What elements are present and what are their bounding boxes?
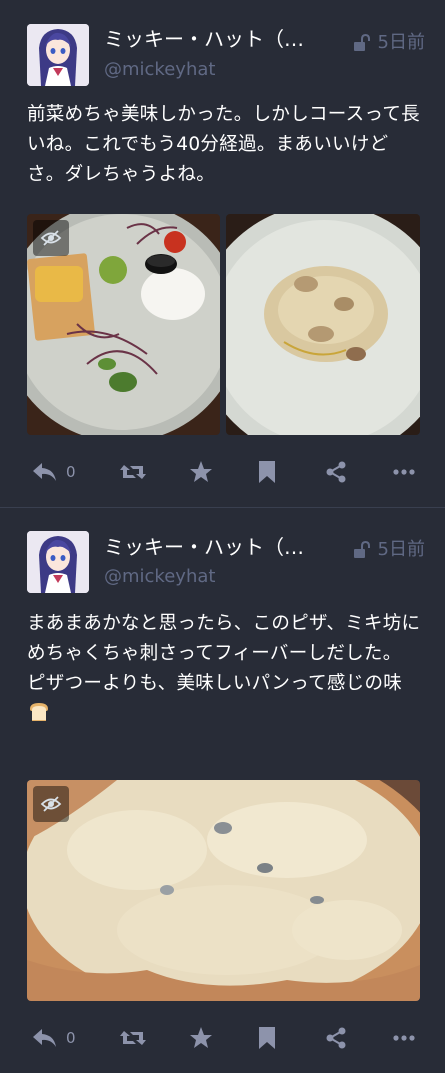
display-name[interactable]: ミッキー・ハット（宗…	[104, 535, 322, 559]
avatar[interactable]	[27, 24, 89, 86]
risotto-image	[226, 214, 420, 435]
bookmark-button[interactable]	[258, 1018, 276, 1058]
display-name[interactable]: ミッキー・ハット（宗…	[104, 27, 322, 51]
reply-button[interactable]: 0	[32, 1018, 76, 1058]
relative-time[interactable]: 5日前	[378, 31, 425, 55]
account-handle[interactable]: @mickeyhat	[104, 59, 215, 81]
status-card[interactable]: ミッキー・ハット（宗… @mickeyhat 5日前 前菜めちゃ美味しかった。し…	[0, 0, 445, 508]
reply-count: 0	[66, 1029, 76, 1047]
reply-button[interactable]: 0	[32, 452, 76, 492]
status-content: まあまあかなと思ったら、このピザ、ミキ坊にめちゃくちゃ刺さってフィーバーしだした…	[27, 609, 422, 733]
bookmark-icon	[259, 461, 275, 483]
boost-button[interactable]	[119, 452, 147, 492]
reply-icon	[33, 1029, 56, 1047]
relative-time[interactable]: 5日前	[378, 538, 425, 562]
unlock-icon	[353, 540, 370, 558]
star-icon	[190, 461, 212, 482]
eye-slash-icon	[40, 796, 62, 812]
hide-media-button[interactable]	[33, 220, 69, 256]
share-icon	[326, 461, 346, 483]
hide-media-button[interactable]	[33, 786, 69, 822]
bread-emoji	[27, 701, 51, 733]
pizza-image	[27, 780, 420, 1001]
share-button[interactable]	[325, 1018, 347, 1058]
favourite-button[interactable]	[189, 1018, 213, 1058]
unlock-icon	[353, 33, 370, 51]
status-meta: 5日前	[352, 538, 425, 562]
share-button[interactable]	[325, 452, 347, 492]
more-button[interactable]	[393, 1018, 415, 1058]
share-icon	[326, 1027, 346, 1049]
content-text: ピザつーよりも、美味しいパンって感じの味	[27, 673, 403, 694]
content-paragraph: 前菜めちゃ美味しかった。しかしコースって長いね。これでもう40分経過。まあいいけ…	[27, 104, 420, 185]
media-appetizer-plate[interactable]	[27, 214, 220, 435]
more-button[interactable]	[393, 452, 415, 492]
status-card[interactable]: ミッキー・ハット（宗… @mickeyhat 5日前 まあまあかなと思ったら、こ…	[0, 508, 445, 1073]
boost-button[interactable]	[119, 1018, 147, 1058]
reply-count: 0	[66, 463, 76, 481]
media-pizza[interactable]	[27, 780, 420, 1001]
avatar[interactable]	[27, 531, 89, 593]
star-icon	[190, 1027, 212, 1048]
ellipsis-icon	[393, 1035, 415, 1041]
status-content: 前菜めちゃ美味しかった。しかしコースって長いね。これでもう40分経過。まあいいけ…	[27, 100, 422, 190]
bookmark-icon	[259, 1027, 275, 1049]
media-risotto[interactable]	[226, 214, 420, 435]
status-meta: 5日前	[352, 31, 425, 55]
retweet-icon	[120, 465, 146, 479]
action-bar: 0	[0, 452, 445, 492]
content-paragraph: まあまあかなと思ったら、このピザ、ミキ坊にめちゃくちゃ刺さってフィーバーしだした…	[27, 613, 421, 664]
ellipsis-icon	[393, 469, 415, 475]
eye-slash-icon	[40, 230, 62, 246]
bookmark-button[interactable]	[258, 452, 276, 492]
favourite-button[interactable]	[189, 452, 213, 492]
action-bar: 0	[0, 1018, 445, 1058]
retweet-icon	[120, 1031, 146, 1045]
reply-icon	[33, 463, 56, 481]
account-handle[interactable]: @mickeyhat	[104, 566, 215, 588]
content-paragraph: ピザつーよりも、美味しいパンって感じの味	[27, 669, 422, 733]
